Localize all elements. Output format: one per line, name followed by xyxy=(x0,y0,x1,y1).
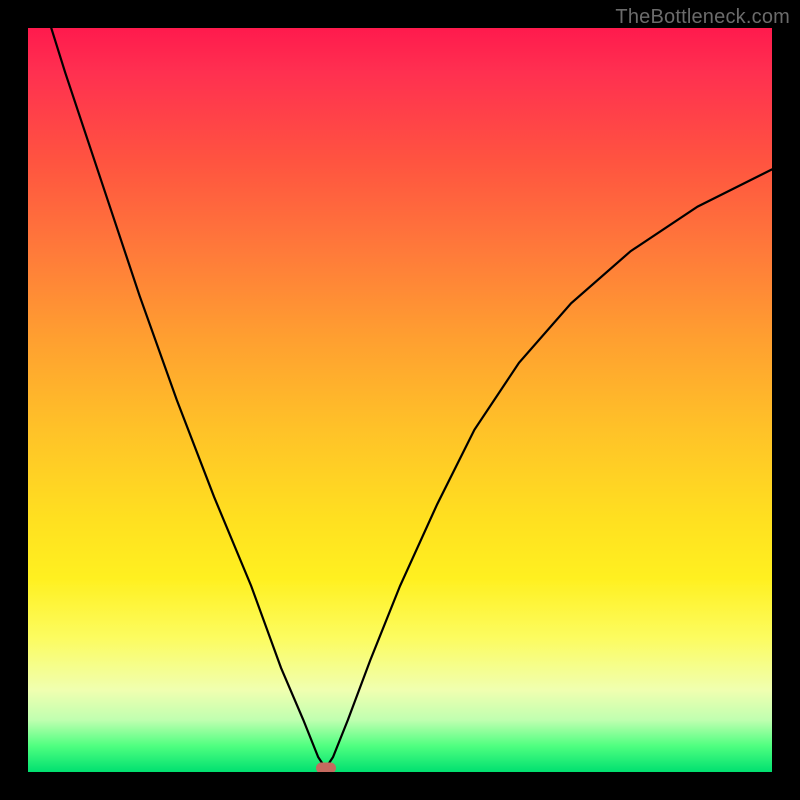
watermark-text: TheBottleneck.com xyxy=(615,6,790,29)
optimal-point-marker xyxy=(316,762,336,772)
chart-frame: TheBottleneck.com xyxy=(0,0,800,800)
gradient-background xyxy=(28,28,772,772)
plot-area xyxy=(28,28,772,772)
